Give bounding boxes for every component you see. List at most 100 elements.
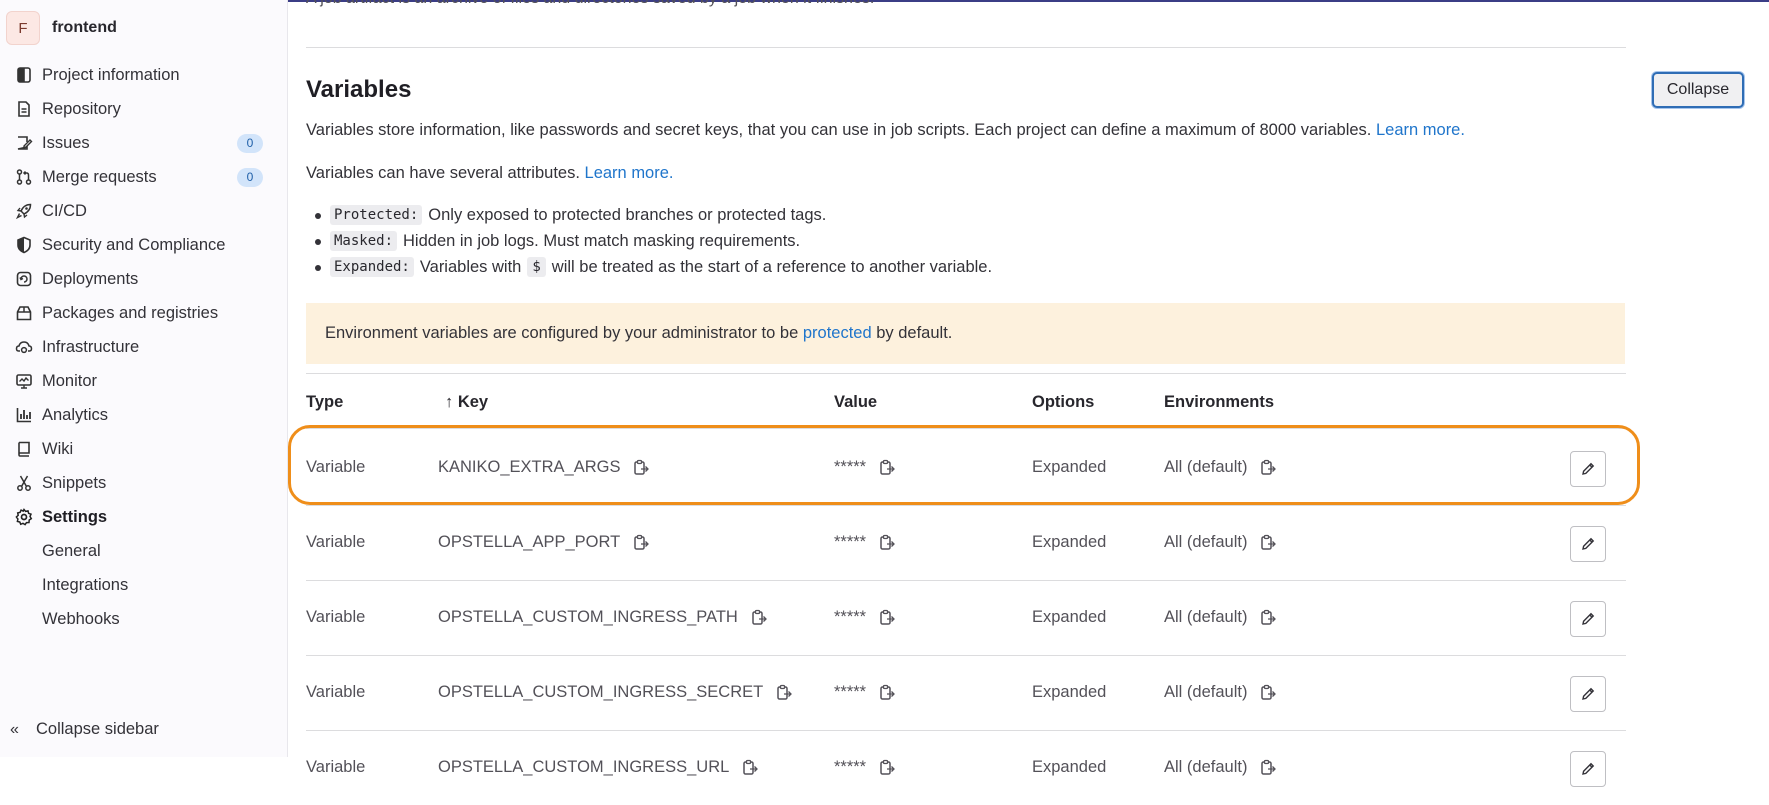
- edit-variable-button[interactable]: [1570, 751, 1606, 787]
- sidebar-item-label: Packages and registries: [42, 303, 219, 322]
- row-environment: All (default): [1164, 580, 1277, 655]
- column-header-environments: Environments: [1164, 393, 1275, 411]
- sidebar-item-label: Settings: [42, 507, 108, 526]
- pencil-icon: [1582, 762, 1595, 775]
- sidebar-item-label: Merge requests: [42, 167, 157, 186]
- attributes-list: Protected: Only exposed to protected bra…: [314, 202, 993, 280]
- dollar-code: $: [527, 257, 546, 277]
- row-environment-text: All (default): [1164, 533, 1248, 551]
- sidebar-item-monitor[interactable]: Monitor: [14, 366, 276, 396]
- merge-requests-count-badge: 0: [237, 167, 263, 187]
- row-value-text: *****: [834, 683, 867, 701]
- copy-environment-icon[interactable]: [1259, 759, 1277, 777]
- sidebar-item-cicd[interactable]: CI/CD: [14, 196, 276, 226]
- row-environment: All (default): [1164, 730, 1277, 805]
- edit-variable-button[interactable]: [1570, 601, 1606, 637]
- row-key-text: KANIKO_EXTRA_ARGS: [438, 458, 621, 476]
- sidebar-item-analytics[interactable]: Analytics: [14, 400, 276, 430]
- row-value: *****: [834, 430, 896, 505]
- sidebar-item-label: Snippets: [42, 473, 107, 492]
- row-environment-text: All (default): [1164, 758, 1248, 776]
- sidebar-item-label: Project information: [42, 65, 180, 84]
- chart-icon: [14, 405, 34, 425]
- sidebar-item-infrastructure[interactable]: Infrastructure: [14, 332, 276, 362]
- sidebar-subitem-integrations[interactable]: Integrations: [42, 570, 128, 600]
- attributes-intro-text: Variables can have several attributes.: [306, 164, 580, 182]
- artifacts-description: A job artifact is an archive of files an…: [306, 0, 874, 8]
- collapse-sidebar-button[interactable]: « Collapse sidebar: [10, 720, 159, 739]
- pencil-icon: [1582, 537, 1595, 550]
- table-row: Variable OPSTELLA_CUSTOM_INGRESS_SECRET …: [306, 655, 1626, 730]
- copy-value-icon[interactable]: [878, 534, 896, 552]
- copy-environment-icon[interactable]: [1259, 534, 1277, 552]
- sidebar-item-settings[interactable]: Settings: [14, 502, 276, 532]
- sidebar-subitem-webhooks[interactable]: Webhooks: [42, 604, 120, 634]
- project-info-icon: [14, 65, 34, 85]
- double-chevron-left-icon: «: [10, 720, 19, 738]
- sidebar-item-label: Wiki: [42, 439, 74, 458]
- attributes-learn-more-link[interactable]: Learn more.: [585, 164, 674, 182]
- list-item: Expanded: Variables with $ will be treat…: [314, 254, 993, 280]
- sidebar-item-packages-and-registries[interactable]: Packages and registries: [14, 298, 276, 328]
- merge-request-icon: [14, 167, 34, 187]
- column-header-key[interactable]: ↑ Key: [445, 393, 488, 412]
- masked-desc: Hidden in job logs. Must match masking r…: [403, 231, 801, 250]
- row-environment: All (default): [1164, 505, 1277, 580]
- row-key: OPSTELLA_CUSTOM_INGRESS_PATH: [438, 580, 768, 655]
- sidebar-item-label: Repository: [42, 99, 121, 118]
- row-value: *****: [834, 580, 896, 655]
- sidebar-item-security-and-compliance[interactable]: Security and Compliance: [14, 230, 276, 260]
- copy-environment-icon[interactable]: [1259, 684, 1277, 702]
- copy-environment-icon[interactable]: [1259, 609, 1277, 627]
- row-options: Expanded: [1032, 758, 1107, 776]
- column-header-value: Value: [834, 393, 878, 411]
- environment-alert: Environment variables are configured by …: [306, 303, 1625, 364]
- protected-desc: Only exposed to protected branches or pr…: [428, 205, 827, 224]
- copy-key-icon[interactable]: [750, 609, 768, 627]
- row-key: OPSTELLA_CUSTOM_INGRESS_SECRET: [438, 655, 793, 730]
- copy-key-icon[interactable]: [741, 759, 759, 777]
- package-icon: [14, 303, 34, 323]
- edit-variable-button[interactable]: [1570, 451, 1606, 487]
- sidebar-item-wiki[interactable]: Wiki: [14, 434, 276, 464]
- sidebar-item-label: Analytics: [42, 405, 109, 424]
- project-avatar: F: [6, 11, 40, 45]
- learn-more-link[interactable]: Learn more.: [1376, 121, 1465, 139]
- copy-key-icon[interactable]: [632, 459, 650, 477]
- copy-value-icon[interactable]: [878, 684, 896, 702]
- project-name: frontend: [52, 19, 117, 36]
- copy-value-icon[interactable]: [878, 759, 896, 777]
- project-header[interactable]: F frontend: [6, 11, 117, 45]
- protected-link[interactable]: protected: [803, 324, 872, 342]
- variables-description-text: Variables store information, like passwo…: [306, 121, 1372, 139]
- row-environment-text: All (default): [1164, 683, 1248, 701]
- row-key: OPSTELLA_APP_PORT: [438, 505, 650, 580]
- row-value: *****: [834, 505, 896, 580]
- copy-value-icon[interactable]: [878, 609, 896, 627]
- sidebar-item-repository[interactable]: Repository: [14, 94, 276, 124]
- edit-variable-button[interactable]: [1570, 676, 1606, 712]
- sidebar-item-merge-requests[interactable]: Merge requests 0: [14, 162, 276, 192]
- row-environment-text: All (default): [1164, 458, 1248, 476]
- monitor-icon: [14, 371, 34, 391]
- sidebar-item-deployments[interactable]: Deployments: [14, 264, 276, 294]
- sidebar-item-snippets[interactable]: Snippets: [14, 468, 276, 498]
- row-value-text: *****: [834, 758, 867, 776]
- row-key-text: OPSTELLA_CUSTOM_INGRESS_PATH: [438, 608, 738, 626]
- cloud-gear-icon: [14, 337, 34, 357]
- sidebar-item-issues[interactable]: Issues 0: [14, 128, 276, 158]
- expanded-desc-after: will be treated as the start of a refere…: [551, 257, 993, 276]
- sidebar-item-label: Deployments: [42, 269, 139, 288]
- copy-key-icon[interactable]: [632, 534, 650, 552]
- protected-code: Protected:: [330, 205, 423, 225]
- copy-environment-icon[interactable]: [1259, 459, 1277, 477]
- sidebar-item-project-information[interactable]: Project information: [14, 60, 276, 90]
- collapse-button[interactable]: Collapse: [1652, 72, 1744, 108]
- copy-value-icon[interactable]: [878, 459, 896, 477]
- edit-variable-button[interactable]: [1570, 526, 1606, 562]
- pencil-icon: [1582, 687, 1595, 700]
- row-key: OPSTELLA_CUSTOM_INGRESS_URL: [438, 730, 759, 805]
- collapse-sidebar-label: Collapse sidebar: [36, 720, 159, 738]
- copy-key-icon[interactable]: [775, 684, 793, 702]
- sidebar-subitem-general[interactable]: General: [42, 536, 101, 566]
